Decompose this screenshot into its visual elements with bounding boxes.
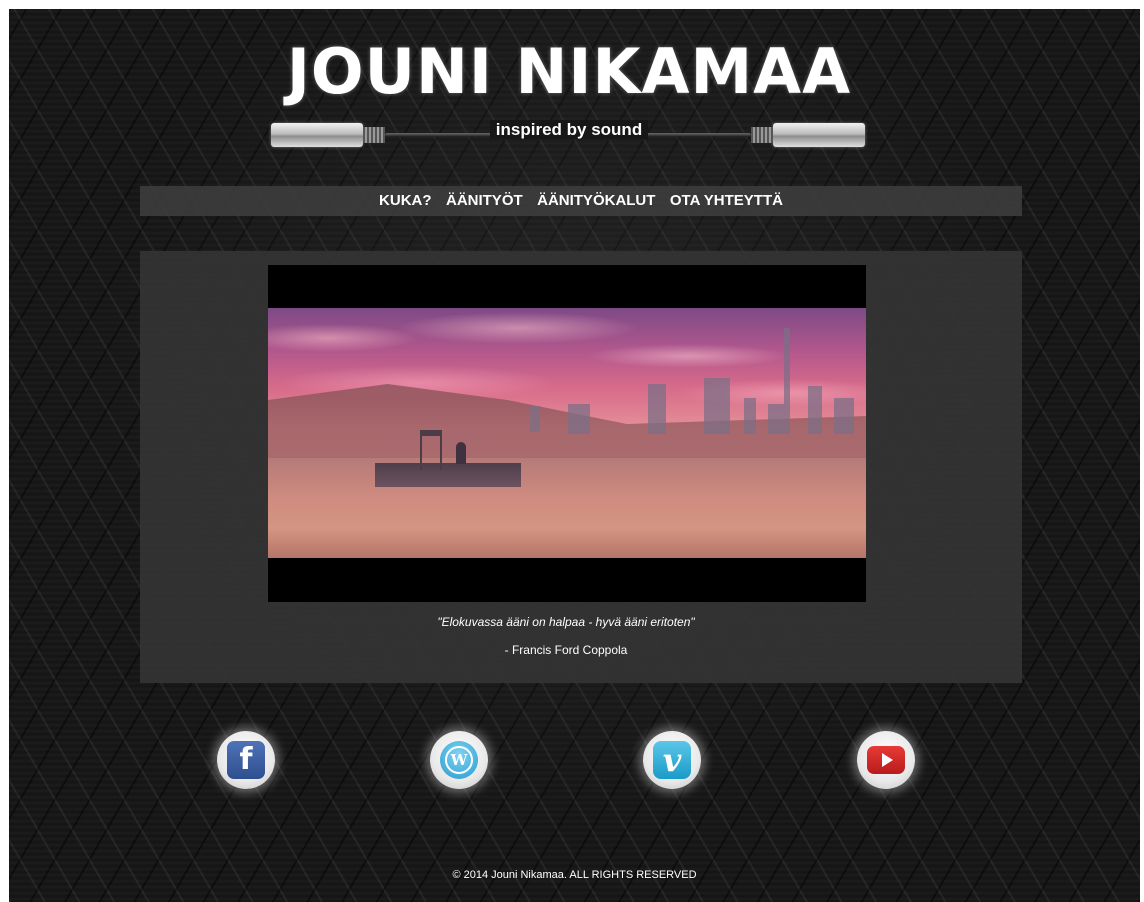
wordpress-icon: W [440,741,478,779]
nav-item-ota-yhteytta[interactable]: OTA YHTEYTTÄ [670,186,783,216]
city-tower [744,398,756,434]
quote-author: - Francis Ford Coppola [504,643,628,657]
nav-item-aanityokalut[interactable]: ÄÄNITYÖKALUT [537,186,655,216]
logo-tagline-row: inspired by sound [259,118,879,142]
city-tower [648,384,666,434]
site-logo[interactable]: JOUNI NIKAMAA inspired by sound [259,35,879,155]
wordpress-button[interactable]: W [430,731,488,789]
water [268,458,866,558]
pier-figure [456,442,466,464]
city-tower [704,378,730,434]
city-tower [768,404,784,434]
city-tower [834,398,854,434]
wordpress-glyph: W [445,746,473,774]
logo-tagline: inspired by sound [489,120,649,139]
logo-title: JOUNI NIKAMAA [286,35,852,108]
city-tower [784,328,790,434]
lifeguard-chair [420,430,442,470]
youtube-button[interactable] [857,731,915,789]
footer-copyright: © 2014 Jouni Nikamaa. ALL RIGHTS RESERVE… [452,869,697,881]
vimeo-icon: v [653,741,691,779]
city-tower [808,386,822,434]
vimeo-button[interactable]: v [643,731,701,789]
nav-item-aanityot[interactable]: ÄÄNITYÖT [446,186,523,216]
video-frame-image [268,308,866,558]
facebook-icon: f [227,741,265,779]
facebook-button[interactable]: f [217,731,275,789]
page: JOUNI NIKAMAA inspired by sound KUKA? ÄÄ… [9,9,1140,902]
main-nav: KUKA? ÄÄNITYÖT ÄÄNITYÖKALUT OTA YHTEYTTÄ [140,186,1022,216]
city-tower [568,404,590,434]
youtube-icon [867,746,905,774]
nav-item-kuka[interactable]: KUKA? [379,186,432,216]
quote-text: "Elokuvassa ääni on halpaa - hyvä ääni e… [437,615,695,629]
pier [375,463,521,487]
play-triangle-icon [882,753,893,767]
content-panel: "Elokuvassa ääni on halpaa - hyvä ääni e… [140,251,1022,683]
city-tower [530,406,540,432]
video-player[interactable] [268,265,866,602]
